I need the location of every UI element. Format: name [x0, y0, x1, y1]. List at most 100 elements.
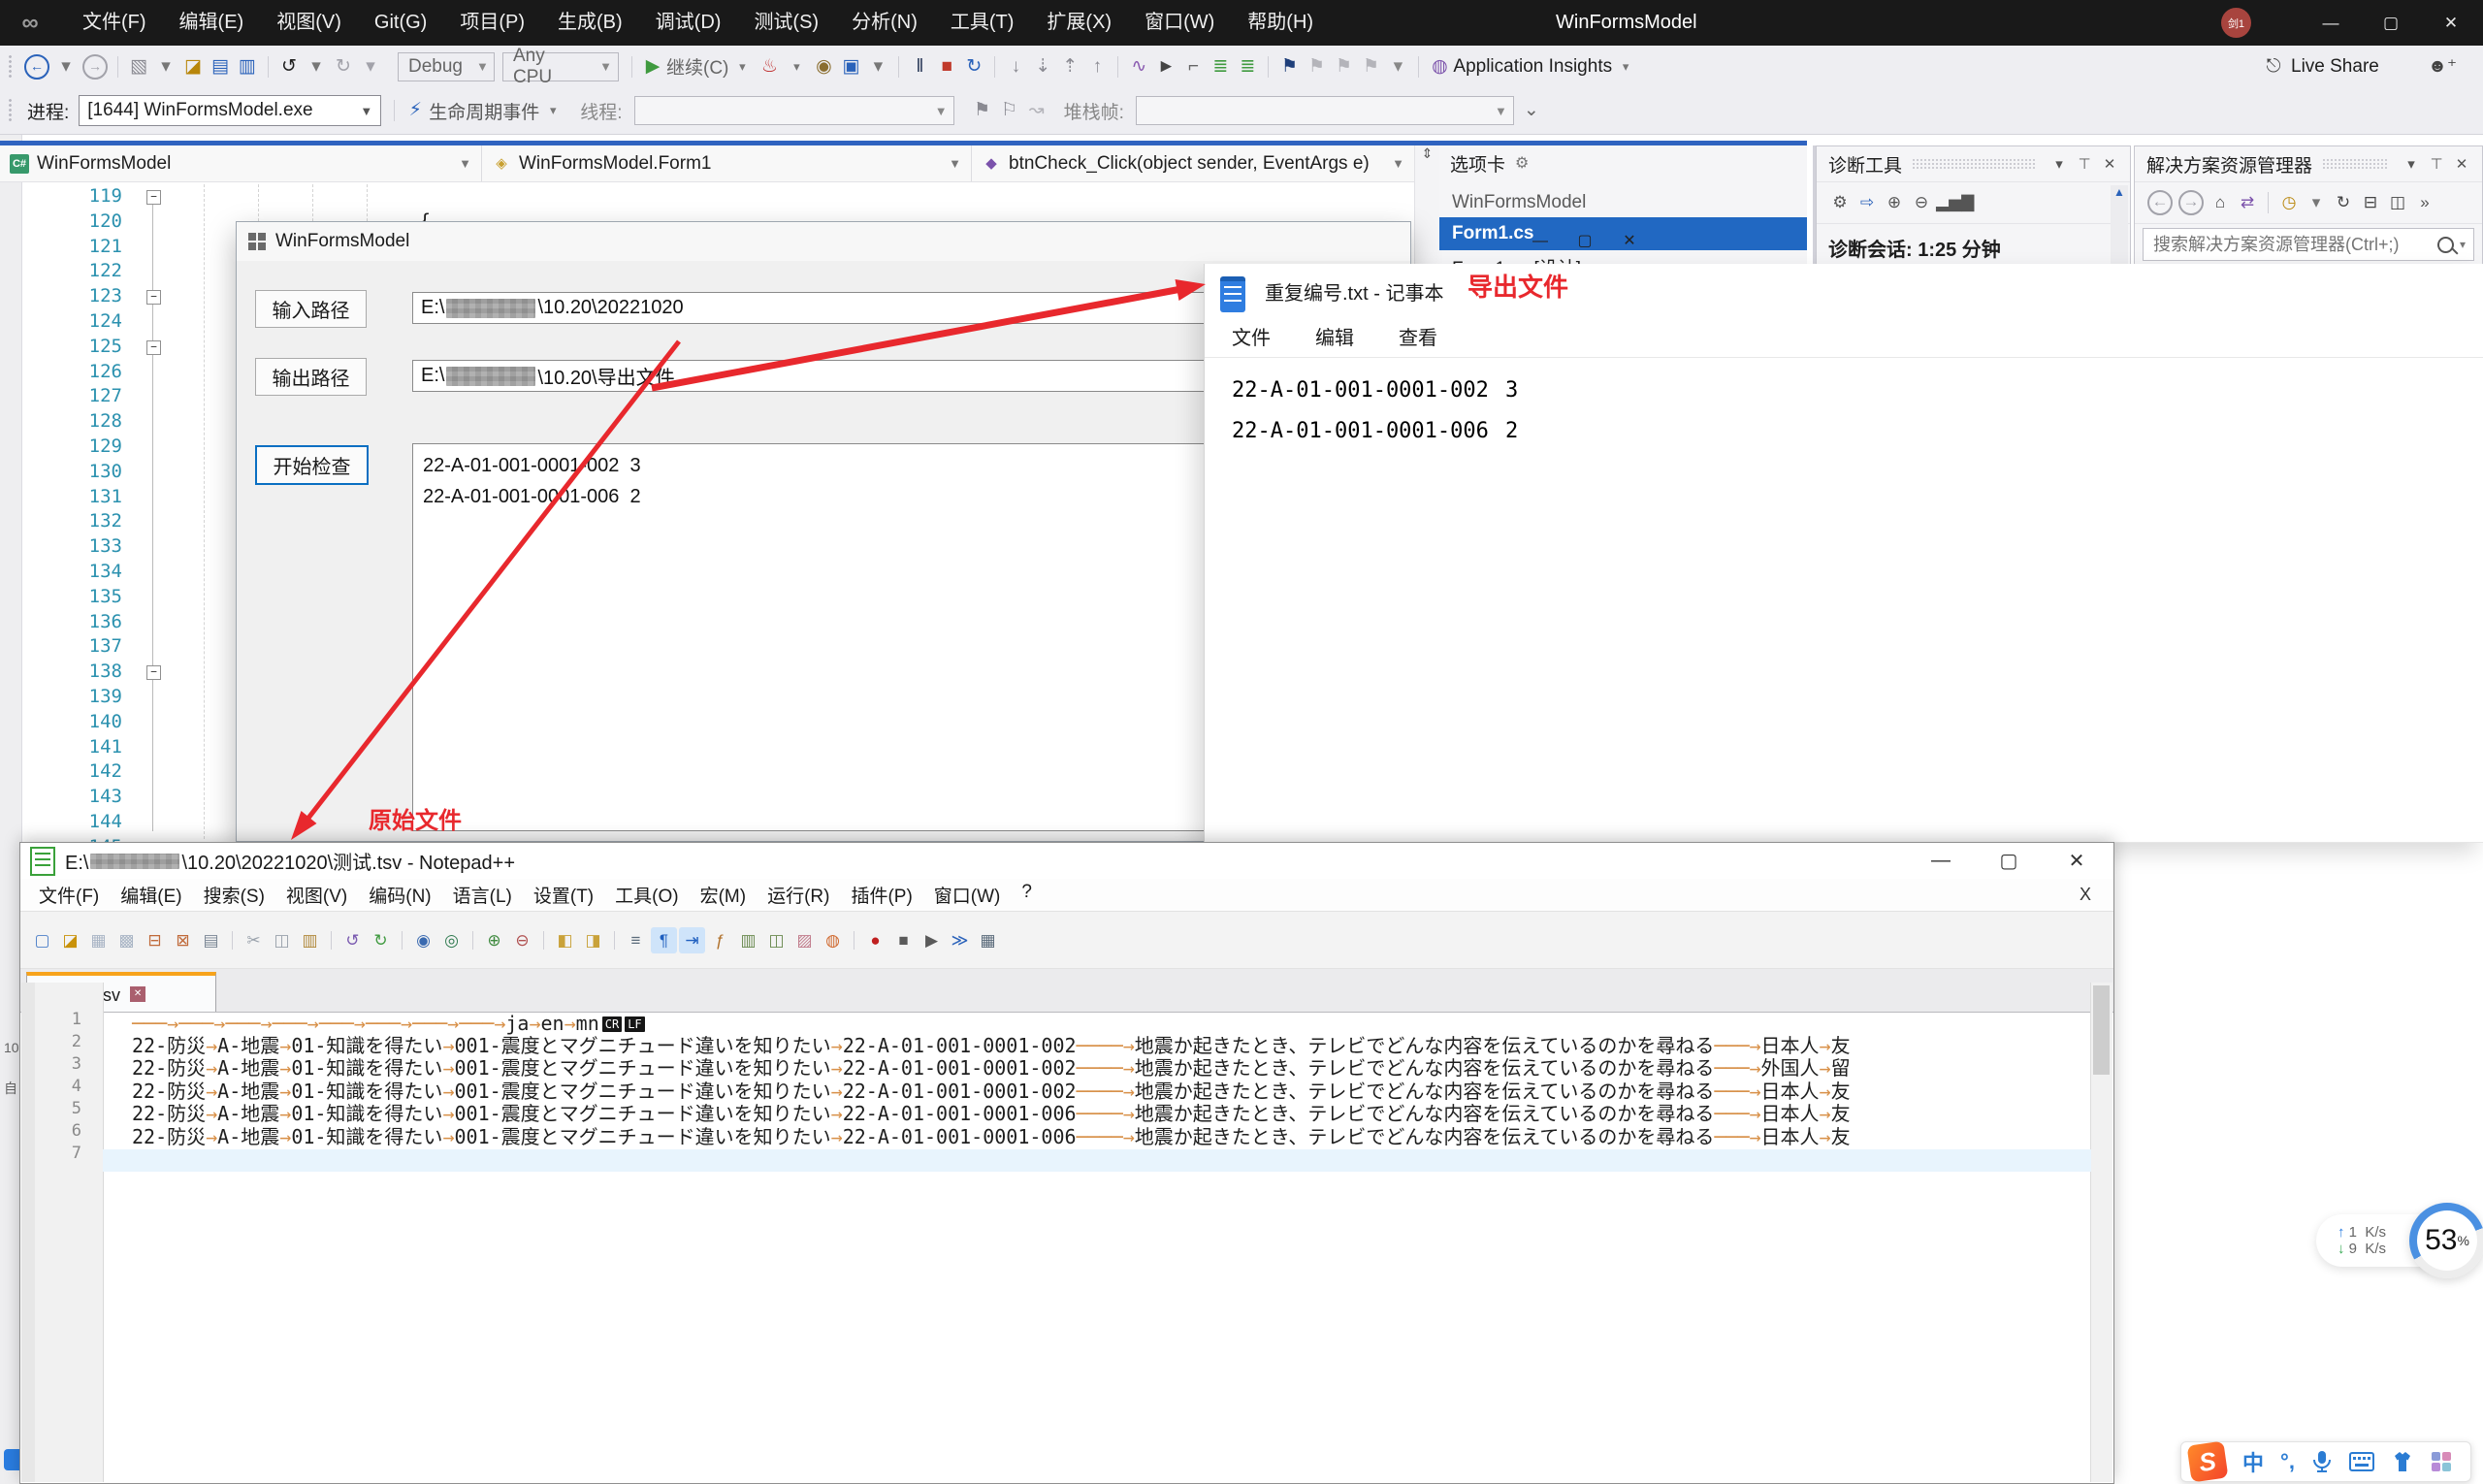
toolbar-icon[interactable]: ⇡ — [1057, 52, 1082, 81]
notepadpp-menu-item[interactable]: 插件(P) — [840, 882, 922, 908]
toolbar-icon[interactable]: ▾ — [358, 52, 383, 81]
diagnostics-toolbar-icon[interactable]: ⊖ — [1909, 188, 1934, 217]
process-dropdown[interactable]: [1644] WinFormsModel.exe ▼ — [79, 95, 382, 126]
solution-toolbar-icon[interactable]: ← — [2147, 190, 2173, 215]
notepadpp-toolbar-icon[interactable]: ƒ — [707, 927, 733, 953]
notepadpp-menu-item[interactable]: ? — [1011, 882, 1043, 908]
input-path-button[interactable]: 输入路径 — [255, 290, 367, 328]
notepadpp-menu-item[interactable]: 设置(T) — [523, 882, 604, 908]
solution-toolbar-icon[interactable]: ⊟ — [2358, 188, 2383, 217]
notepadpp-toolbar-icon[interactable]: ▢ — [29, 927, 55, 953]
bookmark-icon[interactable]: ⚑ — [1331, 52, 1356, 81]
notepadpp-toolbar-icon[interactable]: ▥ — [297, 927, 323, 953]
toolbox-grid-icon[interactable] — [2431, 1451, 2452, 1472]
notepadpp-menu-item[interactable]: 编码(N) — [358, 882, 441, 908]
notepadpp-toolbar-icon[interactable]: ◍ — [820, 927, 846, 953]
toolbar-icon[interactable]: ≣ — [1235, 52, 1260, 81]
bookmark-icon[interactable]: ⚑ — [1268, 52, 1302, 81]
sogou-logo-icon[interactable]: S — [2186, 1440, 2229, 1483]
flag-outline-icon[interactable]: ⚐ — [997, 96, 1022, 125]
vs-close-button[interactable]: ✕ — [2421, 0, 2481, 46]
notepadpp-toolbar-icon[interactable]: ⊖ — [509, 927, 535, 953]
chevron-down-icon[interactable]: ▾ — [1613, 52, 1638, 81]
fold-collapse-box[interactable]: − — [146, 190, 161, 205]
start-check-button[interactable]: 开始检查 — [255, 445, 369, 485]
notepadpp-scrollbar[interactable] — [2090, 983, 2112, 1482]
flag-icon[interactable]: ⚑ — [970, 96, 995, 125]
notepadpp-toolbar-icon[interactable]: ▨ — [791, 927, 818, 953]
vs-menu-item[interactable]: 窗口(W) — [1128, 0, 1231, 46]
lifecycle-events-button[interactable]: 生命周期事件 — [429, 98, 539, 124]
gear-icon[interactable]: ⚙ — [1515, 153, 1529, 173]
solution-search-box[interactable]: ▾ — [2143, 228, 2474, 261]
solution-toolbar-icon[interactable]: ⌂ — [2208, 188, 2233, 217]
toolbar-icon[interactable]: ← — [24, 53, 49, 80]
debug-configuration-dropdown[interactable]: Debug ▼ — [398, 51, 495, 81]
toolbar-icon[interactable]: ▣ — [838, 52, 863, 81]
toolbar-drag-handle[interactable] — [8, 98, 14, 123]
platform-dropdown[interactable]: Any CPU ▼ — [502, 46, 619, 87]
close-icon[interactable]: ✕ — [2097, 155, 2122, 173]
solution-toolbar-icon[interactable]: ↻ — [2331, 188, 2356, 217]
pin-icon[interactable]: ⊤ — [2424, 155, 2449, 173]
notepadpp-toolbar-icon[interactable]: ▦ — [975, 927, 1001, 953]
solution-toolbar-icon[interactable]: ◫ — [2385, 188, 2410, 217]
vs-menu-item[interactable]: 帮助(H) — [1231, 0, 1330, 46]
notepadpp-toolbar-icon[interactable]: ▩ — [113, 927, 140, 953]
notepadpp-menu-item[interactable]: 运行(R) — [757, 882, 840, 908]
toolbar-icon[interactable]: → — [82, 53, 108, 80]
notepadpp-minimize-button[interactable]: — — [1919, 850, 1962, 872]
diagnostics-toolbar-icon[interactable]: ⇨ — [1854, 188, 1880, 217]
microphone-icon[interactable] — [2311, 1450, 2333, 1473]
notepadpp-toolbar-icon[interactable]: ◨ — [580, 927, 606, 953]
dock-tab-label[interactable]: 10 — [4, 1040, 19, 1055]
notepadpp-toolbar-icon[interactable]: ◫ — [269, 927, 295, 953]
notepadpp-toolbar-icon[interactable]: ↻ — [368, 927, 394, 953]
live-share-button[interactable]: Live Share — [2291, 56, 2379, 78]
toolbar-icon[interactable]: ■ — [934, 52, 959, 81]
dock-tab-label[interactable]: 自 — [4, 1079, 17, 1098]
winforms-title-bar[interactable]: WinFormsModel — ▢ ✕ — [237, 222, 1636, 261]
bookmark-icon[interactable]: ⚑ — [1304, 52, 1329, 81]
diagnostics-toolbar-icon[interactable]: ⚙ — [1827, 188, 1853, 217]
toolbar-icon[interactable]: ↑ — [1084, 52, 1110, 81]
scrollbar-thumb[interactable] — [2093, 985, 2110, 1075]
notepadpp-toolbar-icon[interactable]: ■ — [890, 927, 917, 953]
toolbar-icon[interactable]: ◉ — [811, 52, 836, 81]
vs-menu-item[interactable]: Git(G) — [358, 0, 443, 46]
curved-arrow-icon[interactable]: ↝ — [1024, 96, 1049, 125]
output-path-button[interactable]: 输出路径 — [255, 358, 367, 396]
notepadpp-toolbar-icon[interactable]: ◉ — [402, 927, 436, 953]
fold-collapse-box[interactable]: − — [146, 290, 161, 305]
continue-button[interactable]: 继续(C) — [666, 53, 728, 80]
notepadpp-toolbar-icon[interactable]: ⇥ — [679, 926, 705, 953]
notepadpp-toolbar-icon[interactable]: ▦ — [85, 927, 112, 953]
toolbar-icon[interactable]: ► — [1153, 52, 1178, 81]
vs-menu-item[interactable]: 生成(B) — [541, 0, 639, 46]
fold-collapse-box[interactable]: − — [146, 665, 161, 680]
notepadpp-toolbar-icon[interactable]: ▶ — [919, 927, 945, 953]
bookmark-icon[interactable]: ▾ — [1385, 52, 1410, 81]
chevron-down-icon[interactable]: ▾ — [2047, 155, 2072, 173]
method-dropdown[interactable]: ◆ btnCheck_Click(object sender, EventArg… — [972, 145, 1414, 181]
chevron-down-icon[interactable]: ▾ — [729, 52, 755, 81]
split-editor-icon[interactable]: ⇕ — [1422, 145, 1434, 161]
notepadpp-menu-item[interactable]: 语言(L) — [442, 882, 523, 908]
notepadpp-menu-item[interactable]: 文件(F) — [28, 882, 110, 908]
notepadpp-toolbar-icon[interactable]: ▥ — [735, 927, 761, 953]
solution-toolbar-icon[interactable]: ⇄ — [2235, 188, 2260, 217]
ime-punctuation-toggle[interactable]: °, — [2280, 1449, 2295, 1474]
tab-group-winformsmodel[interactable]: WinFormsModel — [1438, 188, 1807, 217]
user-avatar[interactable]: 剑1 — [2221, 8, 2251, 38]
application-insights-dropdown[interactable]: Application Insights — [1453, 56, 1612, 78]
toolbar-overflow-icon[interactable]: ⌄ — [1519, 96, 1544, 125]
fold-collapse-box[interactable]: − — [146, 340, 161, 355]
notepadpp-toolbar-icon[interactable]: ≡ — [614, 927, 649, 953]
notepadpp-toolbar-icon[interactable]: ◎ — [438, 927, 465, 953]
toolbar-icon[interactable]: ▾ — [153, 52, 178, 81]
notepad-menu-item[interactable]: 文件 — [1218, 316, 1284, 356]
chevron-down-icon[interactable]: ▾ — [540, 96, 565, 125]
notepadpp-menu-item[interactable]: 窗口(W) — [923, 882, 1012, 908]
solution-search-input[interactable] — [2151, 233, 2437, 256]
notepadpp-toolbar-icon[interactable]: ⊟ — [142, 927, 168, 953]
